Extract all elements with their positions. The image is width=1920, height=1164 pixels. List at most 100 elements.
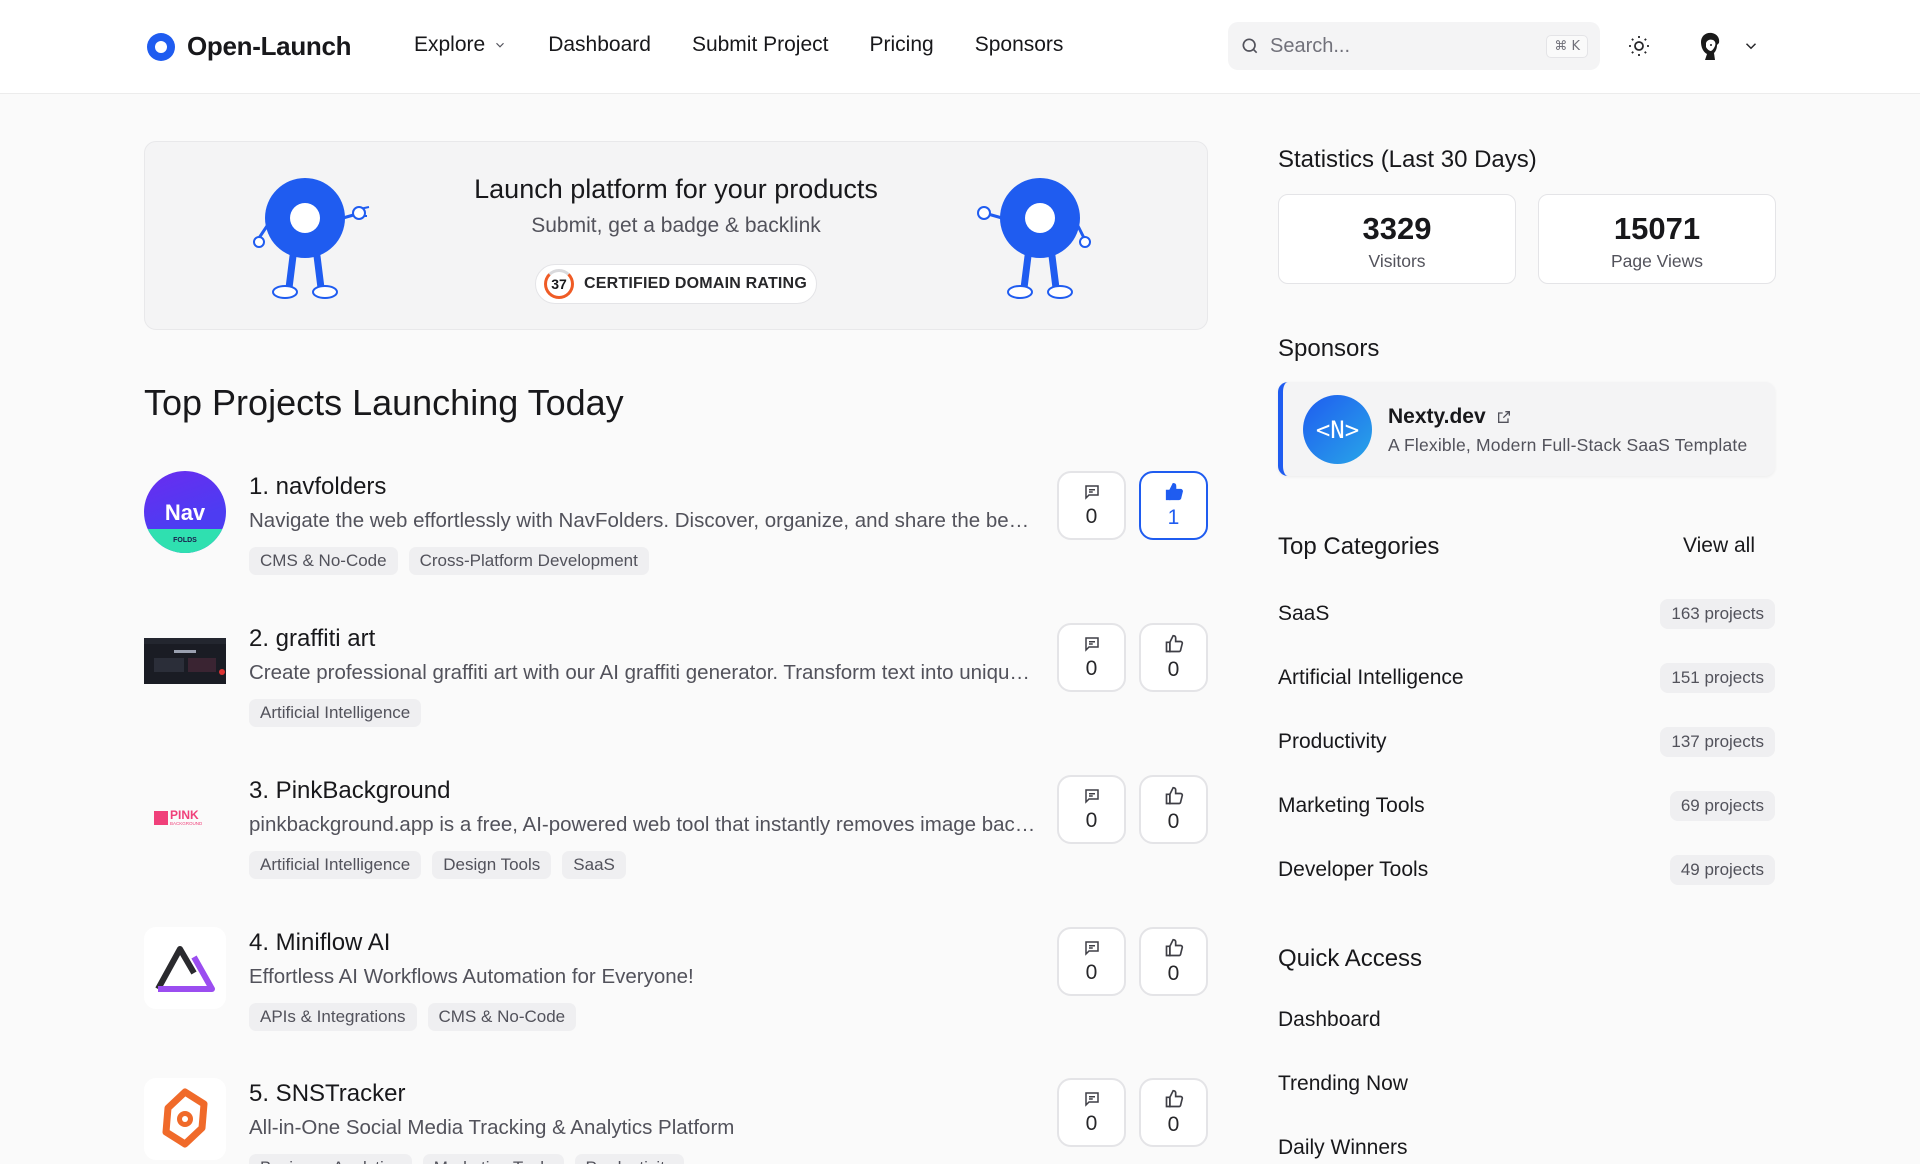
project-name[interactable]: 2. graffiti art <box>249 625 375 653</box>
project-item[interactable]: PINK BACKGROUND 3. PinkBackground pinkba… <box>144 775 1208 885</box>
nav-submit-project[interactable]: Submit Project <box>692 33 829 57</box>
project-description: pinkbackground.app is a free, AI-powered… <box>249 813 1039 836</box>
comment-button[interactable]: 0 <box>1057 927 1126 996</box>
sponsor-name: Nexty.dev <box>1388 405 1512 429</box>
category-item[interactable]: Productivity 137 projects <box>1278 723 1775 763</box>
project-name[interactable]: 1. navfolders <box>249 473 386 501</box>
comment-count: 0 <box>1085 504 1098 528</box>
project-tag[interactable]: APIs & Integrations <box>249 1003 417 1031</box>
sponsor-card[interactable]: <N> Nexty.dev A Flexible, Modern Full-St… <box>1278 382 1775 476</box>
project-logo <box>144 638 226 684</box>
thumbs-up-icon <box>1165 482 1183 500</box>
project-logo <box>144 927 226 1009</box>
sponsor-description: A Flexible, Modern Full-Stack SaaS Templ… <box>1388 435 1748 455</box>
upvote-count: 0 <box>1167 657 1180 681</box>
category-item[interactable]: Marketing Tools 69 projects <box>1278 787 1775 827</box>
project-description: Create professional graffiti art with ou… <box>249 661 1039 684</box>
project-tag[interactable]: Productivity <box>574 1154 685 1164</box>
badge-label: CERTIFIED DOMAIN RATING <box>584 275 807 292</box>
stats-title: Statistics (Last 30 Days) <box>1278 146 1537 173</box>
project-tag[interactable]: Marketing Tools <box>422 1154 564 1164</box>
sponsor-logo: <N> <box>1303 395 1372 464</box>
category-count: 49 projects <box>1669 855 1775 885</box>
category-count: 137 projects <box>1660 727 1775 757</box>
nav-explore[interactable]: Explore <box>414 33 507 57</box>
project-tags: Business Analytics Marketing Tools Produ… <box>249 1154 685 1164</box>
upvote-count: 0 <box>1167 1112 1180 1136</box>
logo[interactable]: Open-Launch <box>147 31 352 62</box>
thumbs-up-icon <box>1165 938 1183 956</box>
category-item[interactable]: Developer Tools 49 projects <box>1278 851 1775 891</box>
mascot-right-icon <box>977 178 1091 299</box>
view-all-link[interactable]: View all <box>1683 534 1755 558</box>
thumbs-up-icon <box>1165 786 1183 804</box>
category-name: Artificial Intelligence <box>1278 666 1464 689</box>
comment-count: 0 <box>1085 960 1098 984</box>
project-tag[interactable]: SaaS <box>562 851 626 879</box>
category-count: 69 projects <box>1669 791 1775 821</box>
stat-label: Visitors <box>1368 251 1426 271</box>
project-logo <box>144 1078 226 1160</box>
comment-button[interactable]: 0 <box>1057 623 1126 692</box>
stat-value: 3329 <box>1362 211 1432 246</box>
thumbs-up-icon <box>1165 1089 1183 1107</box>
project-tag[interactable]: Cross-Platform Development <box>408 547 649 575</box>
comment-count: 0 <box>1085 808 1098 832</box>
hero-banner: Launch platform for your products Submit… <box>144 141 1208 330</box>
project-item[interactable]: 4. Miniflow AI Effortless AI Workflows A… <box>144 927 1208 1037</box>
project-tags: Artificial Intelligence Design Tools Saa… <box>249 851 626 879</box>
project-tag[interactable]: Business Analytics <box>249 1154 412 1164</box>
quick-access-dashboard[interactable]: Dashboard <box>1278 1008 1381 1032</box>
nav-sponsors[interactable]: Sponsors <box>975 33 1064 57</box>
top-header: Open-Launch Explore Dashboard Submit Pro… <box>0 0 1920 94</box>
project-tag[interactable]: Design Tools <box>432 851 552 879</box>
project-tag[interactable]: Artificial Intelligence <box>249 851 422 879</box>
project-logo: PINK BACKGROUND <box>144 775 226 857</box>
upvote-button[interactable]: 1 <box>1139 471 1208 540</box>
category-item[interactable]: Artificial Intelligence 151 projects <box>1278 659 1775 699</box>
project-logo-text: Nav <box>165 500 206 525</box>
project-item[interactable]: 5. SNSTracker All-in-One Social Media Tr… <box>144 1078 1208 1164</box>
project-name[interactable]: 4. Miniflow AI <box>249 929 390 957</box>
project-tag[interactable]: CMS & No-Code <box>249 547 398 575</box>
category-item[interactable]: SaaS 163 projects <box>1278 595 1775 635</box>
project-name[interactable]: 3. PinkBackground <box>249 777 450 805</box>
upvote-button[interactable]: 0 <box>1139 775 1208 844</box>
project-item[interactable]: 2. graffiti art Create professional graf… <box>144 623 1208 733</box>
comment-icon <box>1084 940 1099 956</box>
comment-button[interactable]: 0 <box>1057 1078 1126 1147</box>
upvote-button[interactable]: 0 <box>1139 623 1208 692</box>
upvote-count: 0 <box>1167 809 1180 833</box>
comment-button[interactable]: 0 <box>1057 775 1126 844</box>
nav-pricing[interactable]: Pricing <box>870 33 934 57</box>
project-item[interactable]: Nav FOLDS 1. navfolders Navigate the web… <box>144 471 1208 581</box>
nav-dashboard[interactable]: Dashboard <box>548 33 651 57</box>
category-name: Productivity <box>1278 730 1387 753</box>
domain-rating-badge[interactable]: 37 CERTIFIED DOMAIN RATING <box>535 264 817 304</box>
project-name[interactable]: 5. SNSTracker <box>249 1080 405 1108</box>
logo-text: Open-Launch <box>187 31 352 61</box>
search-input[interactable] <box>1270 34 1547 58</box>
stat-card-page-views: 15071 Page Views <box>1538 194 1776 284</box>
category-name: SaaS <box>1278 602 1330 625</box>
logo-mark-icon <box>147 32 175 61</box>
quick-access-daily-winners[interactable]: Daily Winners <box>1278 1136 1408 1160</box>
user-menu[interactable] <box>1692 28 1760 64</box>
project-tag[interactable]: CMS & No-Code <box>427 1003 577 1031</box>
project-logo-text: PINK <box>170 808 199 822</box>
upvote-button[interactable]: 0 <box>1139 1078 1208 1147</box>
project-description: All-in-One Social Media Tracking & Analy… <box>249 1116 735 1139</box>
stat-value: 15071 <box>1613 211 1701 246</box>
theme-toggle-button[interactable] <box>1624 31 1654 61</box>
project-tags: APIs & Integrations CMS & No-Code <box>249 1003 577 1031</box>
comment-button[interactable]: 0 <box>1057 471 1126 540</box>
nav-explore-label: Explore <box>414 33 486 56</box>
quick-access-trending-now[interactable]: Trending Now <box>1278 1072 1408 1096</box>
category-count: 151 projects <box>1660 663 1775 693</box>
project-logo-subtext: BACKGROUND <box>170 821 203 826</box>
upvote-button[interactable]: 0 <box>1139 927 1208 996</box>
project-tag[interactable]: Artificial Intelligence <box>249 699 422 727</box>
chevron-down-icon <box>1745 43 1757 50</box>
search-box[interactable]: ⌘ K <box>1228 22 1600 70</box>
stat-card-visitors: 3329 Visitors <box>1278 194 1516 284</box>
